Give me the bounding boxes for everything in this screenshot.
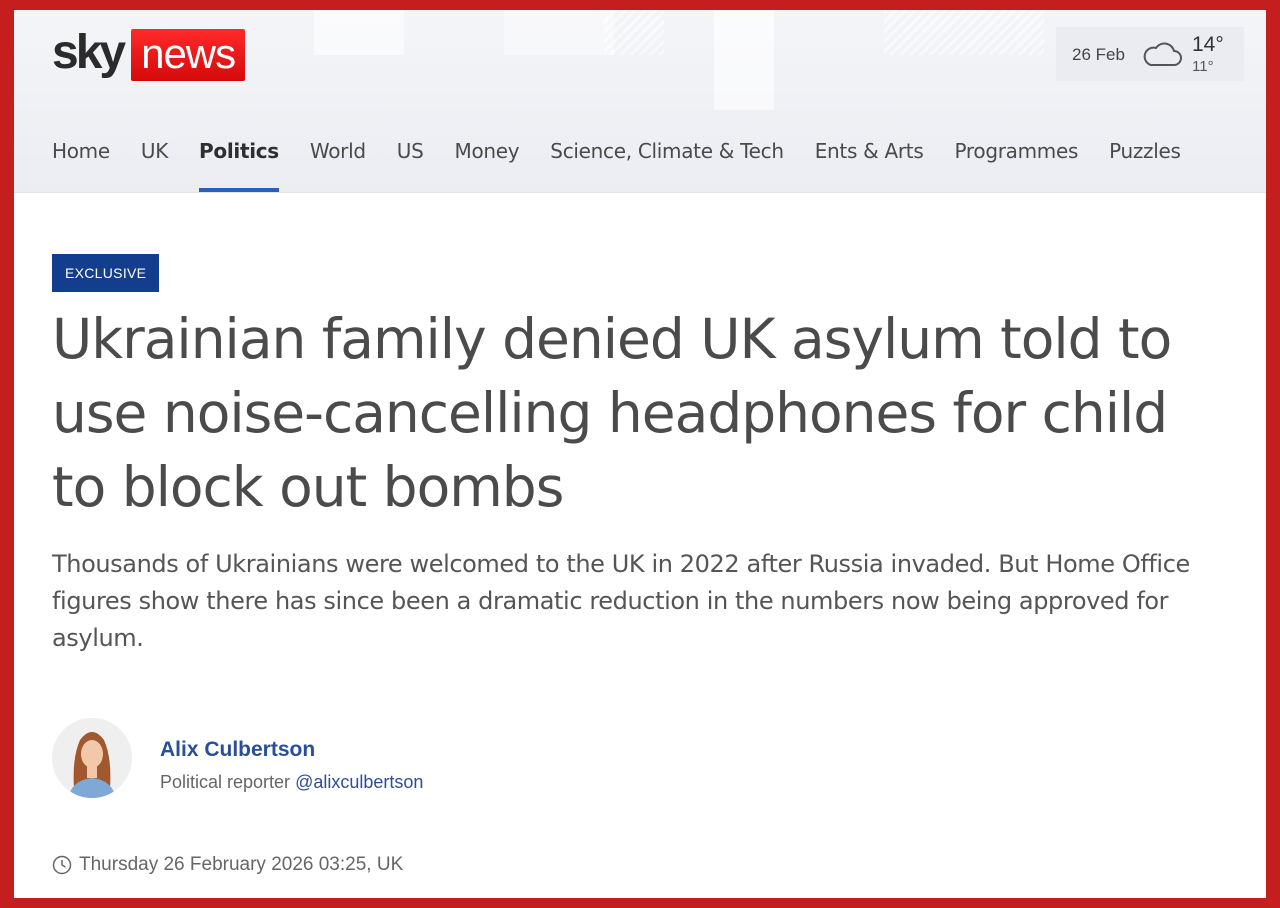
logo-sky-text: sky [52,26,126,79]
author-role: Political reporter [160,772,296,792]
clock-icon [52,855,72,875]
nav-item-programmes[interactable]: Programmes [954,134,1109,192]
masthead-pattern [884,10,1044,55]
sky-news-logo[interactable]: sky news [52,26,246,82]
author-byline: Alix Culbertson Political reporter @alix… [52,718,652,798]
author-avatar[interactable] [52,718,132,798]
page-frame: sky news 26 Feb 14° 11° Home UK Politics… [14,10,1266,898]
masthead: sky news 26 Feb 14° 11° Home UK Politics… [14,10,1266,193]
timestamp-text: Thursday 26 February 2026 03:25, UK [79,854,404,875]
nav-item-us[interactable]: US [397,134,455,192]
nav-item-ents-arts[interactable]: Ents & Arts [815,134,955,192]
author-name-link[interactable]: Alix Culbertson [160,738,315,762]
main-nav: Home UK Politics World US Money Science,… [52,134,1212,192]
masthead-pattern [604,10,664,55]
publish-timestamp: Thursday 26 February 2026 03:25, UK [52,854,403,876]
weather-high-temp: 14° [1192,33,1224,56]
weather-date: 26 Feb [1072,45,1125,64]
masthead-pattern [314,10,404,55]
cloud-icon [1143,42,1182,66]
author-twitter-handle[interactable]: @alixculbertson [295,772,423,792]
nav-item-science-climate-tech[interactable]: Science, Climate & Tech [550,134,814,192]
article-standfirst: Thousands of Ukrainians were welcomed to… [52,550,1190,652]
masthead-pattern [714,10,774,110]
nav-item-world[interactable]: World [310,134,397,192]
masthead-pattern [504,10,614,55]
logo-news-text: news [131,29,246,81]
nav-item-politics[interactable]: Politics [199,134,310,192]
article-headline: Ukrainian family denied UK asylum told t… [52,307,1172,519]
nav-item-money[interactable]: Money [454,134,550,192]
weather-widget[interactable]: 26 Feb 14° 11° [1056,27,1244,81]
nav-item-puzzles[interactable]: Puzzles [1109,134,1212,192]
author-role-line: Political reporter @alixculbertson [160,772,423,793]
nav-item-home[interactable]: Home [52,134,141,192]
author-photo [52,718,132,798]
weather-low-temp: 11° [1192,58,1214,75]
nav-item-uk[interactable]: UK [141,134,199,192]
exclusive-badge: EXCLUSIVE [52,254,160,292]
